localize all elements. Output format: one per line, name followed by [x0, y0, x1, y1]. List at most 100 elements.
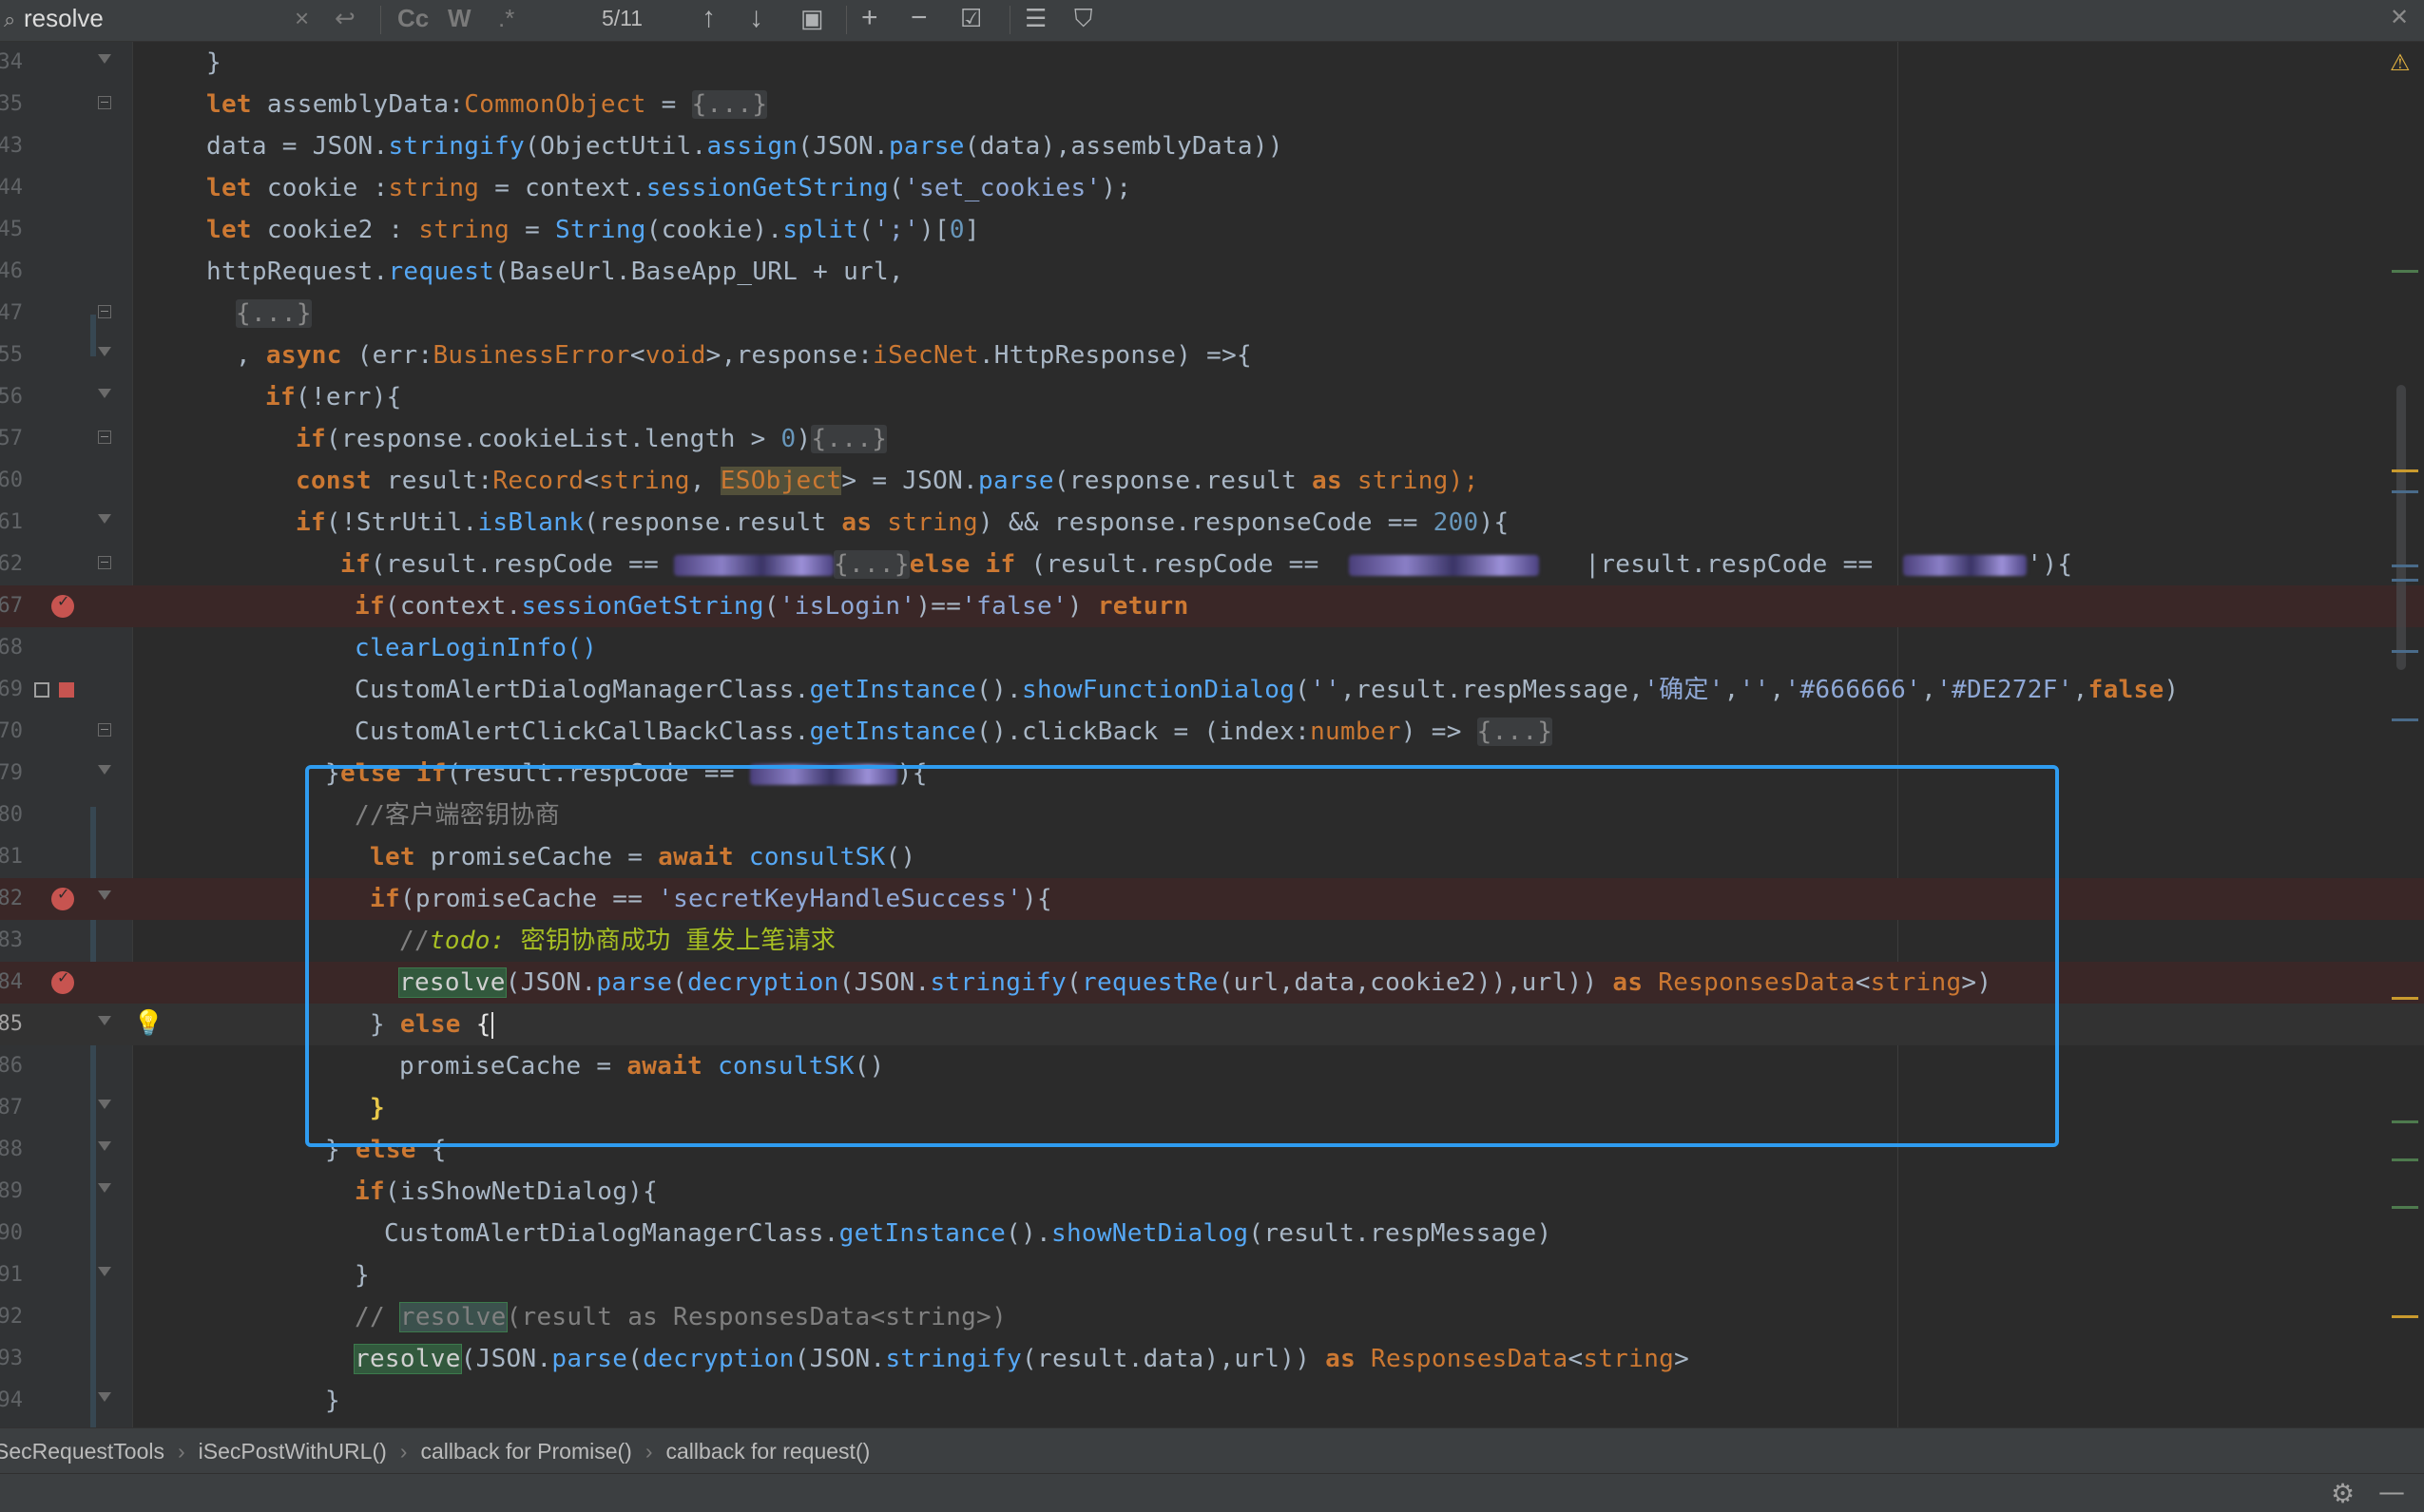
- minimize-icon[interactable]: —: [2378, 1476, 2405, 1507]
- match-case-toggle[interactable]: Cc: [397, 4, 429, 33]
- code-line[interactable]: 89 if(isShowNetDialog){: [0, 1171, 2424, 1213]
- search-mark[interactable]: [2392, 579, 2418, 582]
- fold-icon[interactable]: [98, 723, 111, 737]
- fold-end-icon[interactable]: [98, 1183, 111, 1196]
- code-line[interactable]: 62 if(result.respCode == {...}else if (r…: [0, 544, 2424, 585]
- search-mark[interactable]: [2392, 650, 2418, 653]
- code-line[interactable]: 86 promiseCache = await consultSK(): [0, 1045, 2424, 1087]
- code-line[interactable]: 82 if(promiseCache == 'secretKeyHandleSu…: [0, 878, 2424, 920]
- code-line[interactable]: 55 , async (err:BusinessError<void>,resp…: [0, 335, 2424, 376]
- code-line[interactable]: 92 // resolve(result as ResponsesData<st…: [0, 1296, 2424, 1338]
- breakpoint-icon[interactable]: [51, 592, 74, 618]
- breadcrumb-item[interactable]: iSecPostWithURL(): [199, 1439, 387, 1464]
- fold-icon[interactable]: [98, 556, 111, 569]
- arrow-up-icon[interactable]: ↑: [702, 2, 716, 34]
- code-line[interactable]: 91 }: [0, 1254, 2424, 1296]
- remove-occurrence-icon[interactable]: −: [911, 2, 928, 34]
- error-stripe[interactable]: [2376, 42, 2424, 1427]
- code-line[interactable]: 79 }else if(result.respCode == ){: [0, 753, 2424, 794]
- folded-region[interactable]: {...}: [811, 425, 888, 453]
- breadcrumb-item[interactable]: callback for Promise(): [420, 1439, 631, 1464]
- open-in-window-icon[interactable]: ▣: [800, 4, 824, 33]
- search-mark[interactable]: [2392, 469, 2418, 472]
- change-mark[interactable]: [2392, 1120, 2418, 1123]
- code-line[interactable]: 81 let promiseCache = await consultSK(): [0, 836, 2424, 878]
- code-line[interactable]: 88 } else {: [0, 1129, 2424, 1171]
- code-line[interactable]: 83 //todo: 密钥协商成功 重发上笔请求: [0, 920, 2424, 962]
- add-occurrence-icon[interactable]: +: [861, 2, 878, 34]
- search-input[interactable]: resolve: [24, 4, 104, 33]
- clear-icon[interactable]: ×: [295, 4, 309, 33]
- fold-end-icon[interactable]: [98, 890, 111, 904]
- code-line[interactable]: 61 if(!StrUtil.isBlank(response.result a…: [0, 502, 2424, 544]
- fold-end-icon[interactable]: [98, 514, 111, 527]
- change-mark[interactable]: [2392, 1158, 2418, 1161]
- search-mark[interactable]: [2392, 718, 2418, 721]
- multiline-icon[interactable]: ☰: [1025, 4, 1047, 33]
- regex-toggle[interactable]: .*: [498, 4, 514, 33]
- code-line[interactable]: 90 CustomAlertDialogManagerClass.getInst…: [0, 1213, 2424, 1254]
- fold-end-icon[interactable]: [98, 347, 111, 360]
- search-mark[interactable]: [2392, 565, 2418, 567]
- fold-end-icon[interactable]: [98, 1141, 111, 1155]
- code-line[interactable]: 44 let cookie :string = context.sessionG…: [0, 167, 2424, 209]
- arrow-down-icon[interactable]: ↓: [749, 2, 763, 34]
- code-line[interactable]: 34 }: [0, 42, 2424, 84]
- search-mark[interactable]: [2392, 490, 2418, 493]
- code-line[interactable]: 35 let assemblyData:CommonObject = {...}: [0, 84, 2424, 125]
- settings-icon[interactable]: ⚙: [2331, 1478, 2355, 1509]
- code-line[interactable]: 45 let cookie2 : string = String(cookie)…: [0, 209, 2424, 251]
- code-line[interactable]: 87 }: [0, 1087, 2424, 1129]
- code-line[interactable]: 84 resolve(JSON.parse(decryption(JSON.st…: [0, 962, 2424, 1004]
- fold-icon[interactable]: [98, 431, 111, 444]
- code-line[interactable]: 93 resolve(JSON.parse(decryption(JSON.st…: [0, 1338, 2424, 1380]
- code-line-current[interactable]: 85 💡 } else {: [0, 1004, 2424, 1045]
- code-line[interactable]: 56 if(!err){: [0, 376, 2424, 418]
- folded-region[interactable]: {...}: [1476, 718, 1553, 746]
- breadcrumb-item[interactable]: callback for request(): [666, 1439, 871, 1464]
- code-line[interactable]: 68 clearLoginInfo(): [0, 627, 2424, 669]
- code-line[interactable]: 70 CustomAlertClickCallBackClass.getInst…: [0, 711, 2424, 753]
- select-all-icon[interactable]: ☑: [960, 4, 982, 33]
- breadcrumb-item[interactable]: SecRequestTools: [0, 1439, 164, 1464]
- code-line[interactable]: 67 if(context.sessionGetString('isLogin'…: [0, 585, 2424, 627]
- search-icon[interactable]: ⌕: [4, 8, 15, 32]
- code-line[interactable]: 80 //客户端密钥协商: [0, 794, 2424, 836]
- code-line[interactable]: 46 httpRequest.request(BaseUrl.BaseApp_U…: [0, 251, 2424, 293]
- filter-icon[interactable]: ⛉: [1074, 4, 1093, 34]
- fold-end-icon[interactable]: [98, 389, 111, 402]
- code-line[interactable]: 57 if(response.cookieList.length > 0){..…: [0, 418, 2424, 460]
- code-line[interactable]: 69 CustomAlertDialogManagerClass.getInst…: [0, 669, 2424, 711]
- close-icon[interactable]: ✕: [2390, 4, 2409, 31]
- fold-icon[interactable]: [98, 96, 111, 109]
- search-mark[interactable]: [2392, 997, 2418, 1000]
- bulb-icon[interactable]: 💡: [133, 1009, 164, 1038]
- code-line[interactable]: 43 data = JSON.stringify(ObjectUtil.assi…: [0, 125, 2424, 167]
- folded-region[interactable]: {...}: [691, 90, 768, 119]
- code-line[interactable]: 94 }: [0, 1380, 2424, 1422]
- fold-end-icon[interactable]: [98, 1392, 111, 1406]
- folded-region[interactable]: {...}: [236, 299, 312, 328]
- change-mark[interactable]: [2392, 270, 2418, 273]
- fold-end-icon[interactable]: [98, 54, 111, 67]
- fold-icon[interactable]: [98, 305, 111, 318]
- code-line[interactable]: 60 const result:Record<string, ESObject>…: [0, 460, 2424, 502]
- code-line[interactable]: 47 {...}: [0, 293, 2424, 335]
- replace-icon[interactable]: ↩: [335, 4, 356, 33]
- folded-region[interactable]: {...}: [834, 550, 910, 579]
- square-icon[interactable]: [34, 682, 49, 698]
- search-match[interactable]: resolve: [398, 1302, 508, 1332]
- search-match[interactable]: resolve: [398, 967, 507, 998]
- breakpoint-icon[interactable]: [51, 885, 74, 910]
- change-mark[interactable]: [2392, 1206, 2418, 1209]
- search-mark[interactable]: [2392, 1315, 2418, 1318]
- fold-end-icon[interactable]: [98, 765, 111, 778]
- fold-end-icon[interactable]: [98, 1016, 111, 1029]
- fold-end-icon[interactable]: [98, 1100, 111, 1113]
- stop-icon[interactable]: [59, 682, 74, 698]
- fold-end-icon[interactable]: [98, 1267, 111, 1280]
- words-toggle[interactable]: W: [448, 4, 471, 33]
- code-editor[interactable]: 34 } 35 let assemblyData:CommonObject = …: [0, 42, 2424, 1427]
- search-match[interactable]: resolve: [354, 1344, 462, 1374]
- breakpoint-icon[interactable]: [51, 968, 74, 994]
